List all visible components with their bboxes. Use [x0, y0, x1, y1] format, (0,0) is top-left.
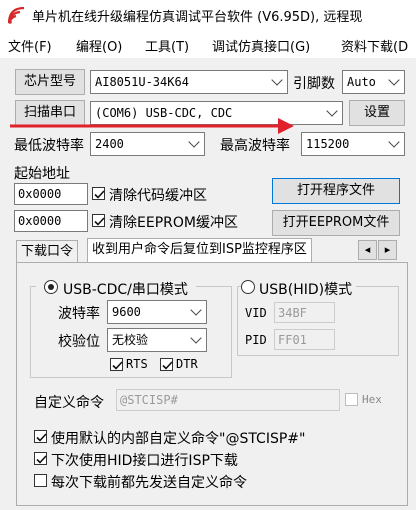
- panel-baud-value: 9600: [112, 305, 141, 319]
- parity-value: 无校验: [112, 333, 149, 347]
- panel-baud-select[interactable]: 9600: [107, 300, 207, 324]
- use-default-command-checkbox[interactable]: [34, 430, 47, 443]
- pins-select[interactable]: Auto: [342, 70, 405, 94]
- next-hid-isp-checkbox[interactable]: [34, 452, 47, 465]
- menu-download[interactable]: 资料下载(D: [341, 36, 408, 55]
- start-address-label: 起始地址: [14, 166, 70, 182]
- chip-model-select[interactable]: AI8051U-34K64: [90, 70, 288, 94]
- dtr-checkbox[interactable]: [160, 358, 173, 371]
- window-title: 单片机在线升级编程仿真调试平台软件 (V6.95D), 远程现: [32, 10, 363, 25]
- hex-checkbox[interactable]: [345, 393, 358, 406]
- vid-input[interactable]: 34BF: [274, 302, 335, 323]
- chip-model-value: AI8051U-34K64: [95, 75, 189, 89]
- settings-button[interactable]: 设置: [349, 100, 405, 126]
- clear-code-buffer-label: 清除代码缓冲区: [109, 188, 207, 204]
- min-baud-select[interactable]: 2400: [90, 132, 205, 156]
- menu-file[interactable]: 文件(F): [8, 36, 52, 55]
- hex-label: Hex: [362, 393, 382, 406]
- chevron-down-icon: [388, 136, 400, 148]
- hid-mode-label: USB(HID)模式: [259, 282, 353, 298]
- chevron-down-icon: [271, 74, 283, 86]
- min-baud-label: 最低波特率: [14, 138, 84, 154]
- tab-scroll-right-icon[interactable]: ▸: [378, 240, 397, 260]
- menu-program[interactable]: 编程(O): [76, 36, 122, 55]
- menu-debug[interactable]: 调试仿真接口(G): [212, 36, 310, 55]
- parity-label: 校验位: [58, 334, 100, 350]
- stc-wave-icon: [7, 6, 25, 24]
- chevron-down-icon: [326, 105, 338, 117]
- send-custom-command-label: 每次下载前都先发送自定义命令: [51, 475, 247, 491]
- max-baud-select[interactable]: 115200: [301, 132, 405, 156]
- radio-dot-icon: [48, 284, 54, 290]
- custom-command-input[interactable]: @STCISP#: [116, 389, 340, 411]
- vid-label: VID: [245, 306, 267, 320]
- cdc-mode-radio[interactable]: [44, 280, 58, 294]
- clear-eeprom-buffer-checkbox[interactable]: [92, 214, 105, 227]
- rts-checkbox[interactable]: [110, 358, 123, 371]
- hid-mode-radio[interactable]: [241, 280, 255, 294]
- tab-scroll-left-icon[interactable]: ◂: [358, 240, 377, 260]
- chip-model-button[interactable]: 芯片型号: [15, 69, 85, 95]
- tab-isp-reset[interactable]: 收到用户命令后复位到ISP监控程序区: [87, 238, 312, 263]
- custom-command-label: 自定义命令: [34, 395, 104, 411]
- open-eeprom-file-button[interactable]: 打开EEPROM文件: [272, 210, 400, 236]
- send-custom-command-checkbox[interactable]: [34, 474, 47, 487]
- eeprom-address-input[interactable]: 0x0000: [14, 210, 88, 232]
- max-baud-value: 115200: [306, 137, 350, 151]
- min-baud-value: 2400: [95, 137, 124, 151]
- clear-eeprom-buffer-label: 清除EEPROM缓冲区: [109, 215, 238, 231]
- pid-input[interactable]: FF01: [274, 329, 335, 350]
- open-program-file-button[interactable]: 打开程序文件: [272, 178, 400, 204]
- chevron-down-icon: [388, 74, 400, 86]
- pid-label: PID: [245, 333, 267, 347]
- panel-baud-label: 波特率: [58, 306, 100, 322]
- dtr-label: DTR: [176, 357, 198, 371]
- clear-code-buffer-checkbox[interactable]: [92, 187, 105, 200]
- rts-label: RTS: [126, 357, 148, 371]
- parity-select[interactable]: 无校验: [107, 328, 207, 352]
- use-default-command-label: 使用默认的内部自定义命令"@STCISP#": [51, 431, 306, 447]
- chevron-down-icon: [190, 304, 202, 316]
- pins-label: 引脚数: [293, 76, 335, 92]
- code-address-input[interactable]: 0x0000: [14, 183, 88, 205]
- chevron-down-icon: [188, 136, 200, 148]
- cdc-mode-label: USB-CDC/串口模式: [63, 282, 188, 298]
- chevron-down-icon: [190, 332, 202, 344]
- menu-tools[interactable]: 工具(T): [145, 36, 189, 55]
- max-baud-label: 最高波特率: [220, 138, 290, 154]
- tab-download-password[interactable]: 下载口令: [16, 240, 79, 263]
- next-hid-isp-label: 下次使用HID接口进行ISP下载: [51, 453, 238, 469]
- pins-value: Auto: [347, 75, 376, 89]
